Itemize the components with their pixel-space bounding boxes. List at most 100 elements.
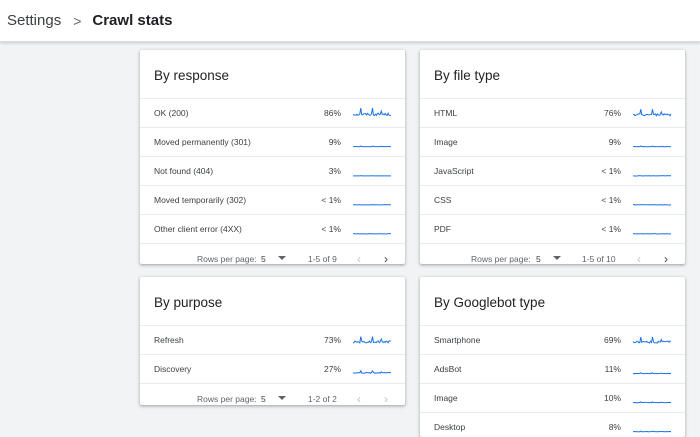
row-percent: 9% <box>609 128 621 156</box>
next-page-button[interactable]: › <box>384 244 388 264</box>
sparkline-path <box>633 373 671 374</box>
row-percent: 27% <box>324 355 341 383</box>
rows-per-page-label: Rows per page: <box>197 384 257 405</box>
table-row[interactable]: Smartphone 69% <box>420 326 685 355</box>
row-percent: 10% <box>604 384 621 412</box>
row-label: Discovery <box>154 355 191 383</box>
sparkline <box>633 221 671 237</box>
sparkline <box>633 419 671 435</box>
row-label: Moved permanently (301) <box>154 128 251 156</box>
row-percent: 73% <box>324 326 341 354</box>
sparkline <box>633 134 671 150</box>
row-percent: < 1% <box>321 186 341 214</box>
prev-page-button[interactable]: ‹ <box>357 384 361 405</box>
table-row[interactable]: AdsBot 11% <box>420 355 685 384</box>
table-row[interactable]: Image 10% <box>420 384 685 413</box>
rows-per-page-label: Rows per page: <box>471 244 531 264</box>
row-label: Desktop <box>434 413 465 437</box>
page-title: Crawl stats <box>92 12 172 29</box>
sparkline <box>353 163 391 179</box>
rows-per-page-select[interactable]: 5 <box>261 244 266 264</box>
row-label: Moved temporarily (302) <box>154 186 246 214</box>
table-row[interactable]: OK (200) 86% <box>140 99 405 128</box>
next-page-button[interactable]: › <box>384 384 388 405</box>
card-by-purpose: By purpose Refresh73% Discovery 27% Rows … <box>140 277 405 405</box>
page-range: 1-2 of 2 <box>308 384 337 405</box>
sparkline <box>633 361 671 377</box>
row-label: HTML <box>434 99 457 127</box>
sparkline-path <box>633 402 671 403</box>
breadcrumb-settings[interactable]: Settings <box>7 12 61 29</box>
row-percent: 86% <box>324 99 341 127</box>
chevron-down-icon[interactable] <box>278 256 286 260</box>
row-label: AdsBot <box>434 355 461 383</box>
card-by-file-type: By file type HTML76% Image9% JavaScript<… <box>420 50 685 264</box>
row-percent: < 1% <box>601 186 621 214</box>
table-row[interactable]: Moved temporarily (302) < 1% <box>140 186 405 215</box>
row-percent: < 1% <box>601 157 621 185</box>
table-row[interactable]: CSS < 1% <box>420 186 685 215</box>
row-label: Image <box>434 384 458 412</box>
page-range: 1-5 of 9 <box>308 244 337 264</box>
row-percent: 8% <box>609 413 621 437</box>
sparkline <box>353 134 391 150</box>
table-row[interactable]: Other client error (4XX) < 1% <box>140 215 405 244</box>
sparkline <box>353 221 391 237</box>
sparkline-path <box>353 108 391 115</box>
table-row[interactable]: Desktop 8% <box>420 413 685 437</box>
pagination: Rows per page: 5 1-5 of 9 ‹ › <box>140 244 405 264</box>
chevron-down-icon[interactable] <box>278 396 286 400</box>
table-rows: Smartphone 69% AdsBot 11% Image 10% Desktop… <box>420 326 685 437</box>
prev-page-button[interactable]: ‹ <box>357 244 361 264</box>
chevron-down-icon[interactable] <box>553 256 561 260</box>
row-label: Smartphone <box>434 326 480 354</box>
next-page-button[interactable]: › <box>664 244 668 264</box>
top-bar: Settings > Crawl stats <box>0 0 700 42</box>
row-label: Other client error (4XX) <box>154 215 242 243</box>
sparkline <box>353 332 391 348</box>
table-row[interactable]: HTML 76% <box>420 99 685 128</box>
sparkline <box>633 332 671 348</box>
sparkline <box>353 361 391 377</box>
row-label: OK (200) <box>154 99 189 127</box>
pagination: Rows per page: 5 1-2 of 2 ‹ › <box>140 384 405 405</box>
row-percent: 69% <box>604 326 621 354</box>
row-label: Not found (404) <box>154 157 213 185</box>
page-range: 1-5 of 10 <box>582 244 616 264</box>
sparkline-path <box>353 371 391 373</box>
sparkline <box>633 390 671 406</box>
sparkline-path <box>353 337 391 343</box>
table-row[interactable]: PDF < 1% <box>420 215 685 244</box>
table-row[interactable]: JavaScript < 1% <box>420 157 685 186</box>
card-by-response: By response OK (200)86% Moved permanentl… <box>140 50 405 264</box>
sparkline-path <box>633 109 671 116</box>
sparkline-path <box>633 431 671 432</box>
rows-per-page-select[interactable]: 5 <box>536 244 541 264</box>
row-percent: 3% <box>329 157 341 185</box>
row-percent: < 1% <box>601 215 621 243</box>
sparkline <box>353 192 391 208</box>
table-row[interactable]: Discovery 27% <box>140 355 405 384</box>
sparkline-path <box>353 146 391 147</box>
rows-per-page-select[interactable]: 5 <box>261 384 266 405</box>
row-percent: 11% <box>605 355 621 383</box>
sparkline <box>633 163 671 179</box>
prev-page-button[interactable]: ‹ <box>637 244 641 264</box>
pagination: Rows per page: 5 1-5 of 10 ‹ › <box>420 244 685 264</box>
row-label: PDF <box>434 215 451 243</box>
table-row[interactable]: Image9% <box>420 128 685 157</box>
row-percent: 9% <box>329 128 341 156</box>
row-percent: 76% <box>604 99 621 127</box>
row-percent: < 1% <box>321 215 341 243</box>
row-label: JavaScript <box>434 157 474 185</box>
rows-per-page-label: Rows per page: <box>197 244 257 264</box>
table-row[interactable]: Moved permanently (301) 9% <box>140 128 405 157</box>
card-by-googlebot-type: By Googlebot type Smartphone69% AdsBot11… <box>420 277 685 437</box>
table-rows: Refresh73% Discovery 27% <box>140 326 405 384</box>
table-row[interactable]: Not found (404) 3% <box>140 157 405 186</box>
card-title: By purpose <box>140 281 405 326</box>
table-rows: OK (200) 86% Moved permanently (301) 9% No… <box>140 99 405 244</box>
row-label: CSS <box>434 186 451 214</box>
table-row[interactable]: Refresh73% <box>140 326 405 355</box>
sparkline-path <box>633 337 671 343</box>
